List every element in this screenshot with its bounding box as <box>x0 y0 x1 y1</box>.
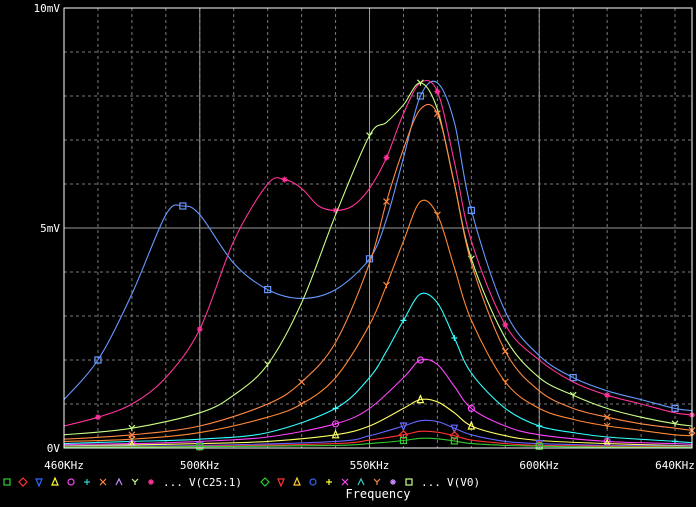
marker-plus <box>326 479 332 485</box>
legend-label-v0[interactable]: V(V0) <box>447 476 480 489</box>
marker-star <box>196 326 203 333</box>
x-axis-label: Frequency <box>345 487 410 501</box>
y-tick-label: 0V <box>47 442 61 455</box>
marker-x <box>383 198 390 206</box>
marker-star <box>383 154 390 161</box>
legend-label-c25[interactable]: V(C25:1) <box>189 476 242 489</box>
marker-plus <box>536 423 543 429</box>
marker-x <box>501 347 509 355</box>
marker-star <box>148 479 154 485</box>
series-line <box>63 79 693 427</box>
marker-triangle-down <box>35 478 43 488</box>
marker-triangle-up <box>51 476 59 486</box>
marker-triangle-up <box>293 476 301 486</box>
marker-star <box>94 414 101 421</box>
grid <box>63 7 692 449</box>
series-2 <box>63 79 693 436</box>
marker-diamond <box>260 477 270 487</box>
series-line <box>63 82 693 436</box>
marker-lambda <box>357 477 365 486</box>
marker-diamond <box>18 477 28 487</box>
marker-plus <box>451 335 458 341</box>
x-tick-label: 500KHz <box>180 459 220 472</box>
tick-labels: 460KHz 500KHz 550KHz 600KHz 640KHz 0V 5mV 10mV <box>34 2 695 472</box>
x-tick-label: 640KHz <box>655 459 695 472</box>
x-tick-label: 600KHz <box>519 459 559 472</box>
marker-x <box>341 478 349 486</box>
frequency-response-chart: 460KHz 500KHz 550KHz 600KHz 640KHz0V5mV10mV … <box>3 2 696 501</box>
marker-circle <box>309 478 317 486</box>
series-1 <box>63 79 695 427</box>
y-tick-label: 10mV <box>34 2 61 15</box>
marker-triangle-down <box>277 478 285 488</box>
marker-square <box>3 478 11 486</box>
legend-ellipsis: ... <box>421 476 441 489</box>
probe-window: 460KHz 500KHz 550KHz 600KHz 640KHz 0V 5mV 10mV … <box>0 0 696 503</box>
y-tick-label: 5mV <box>40 222 60 235</box>
marker-star <box>281 176 288 183</box>
marker-y <box>131 478 139 485</box>
marker-square <box>405 478 413 486</box>
marker-y <box>373 478 381 485</box>
marker-plus <box>400 317 407 324</box>
series-line <box>63 80 693 412</box>
series-0 <box>63 80 693 412</box>
marker-y <box>383 281 390 289</box>
marker-star <box>502 321 509 328</box>
marker-lambda <box>115 477 123 486</box>
marker-star <box>390 479 396 485</box>
x-tick-label: 550KHz <box>350 459 390 472</box>
traces <box>63 79 696 452</box>
marker-x <box>99 478 107 486</box>
legend-ellipsis: ... <box>163 476 183 489</box>
marker-x <box>298 378 306 386</box>
marker-star <box>604 392 611 399</box>
marker-plus <box>84 479 90 485</box>
marker-star <box>434 88 441 95</box>
series-7 <box>63 394 693 449</box>
marker-circle <box>67 478 75 486</box>
x-tick-label: 460KHz <box>44 459 84 472</box>
marker-plus <box>332 405 339 412</box>
